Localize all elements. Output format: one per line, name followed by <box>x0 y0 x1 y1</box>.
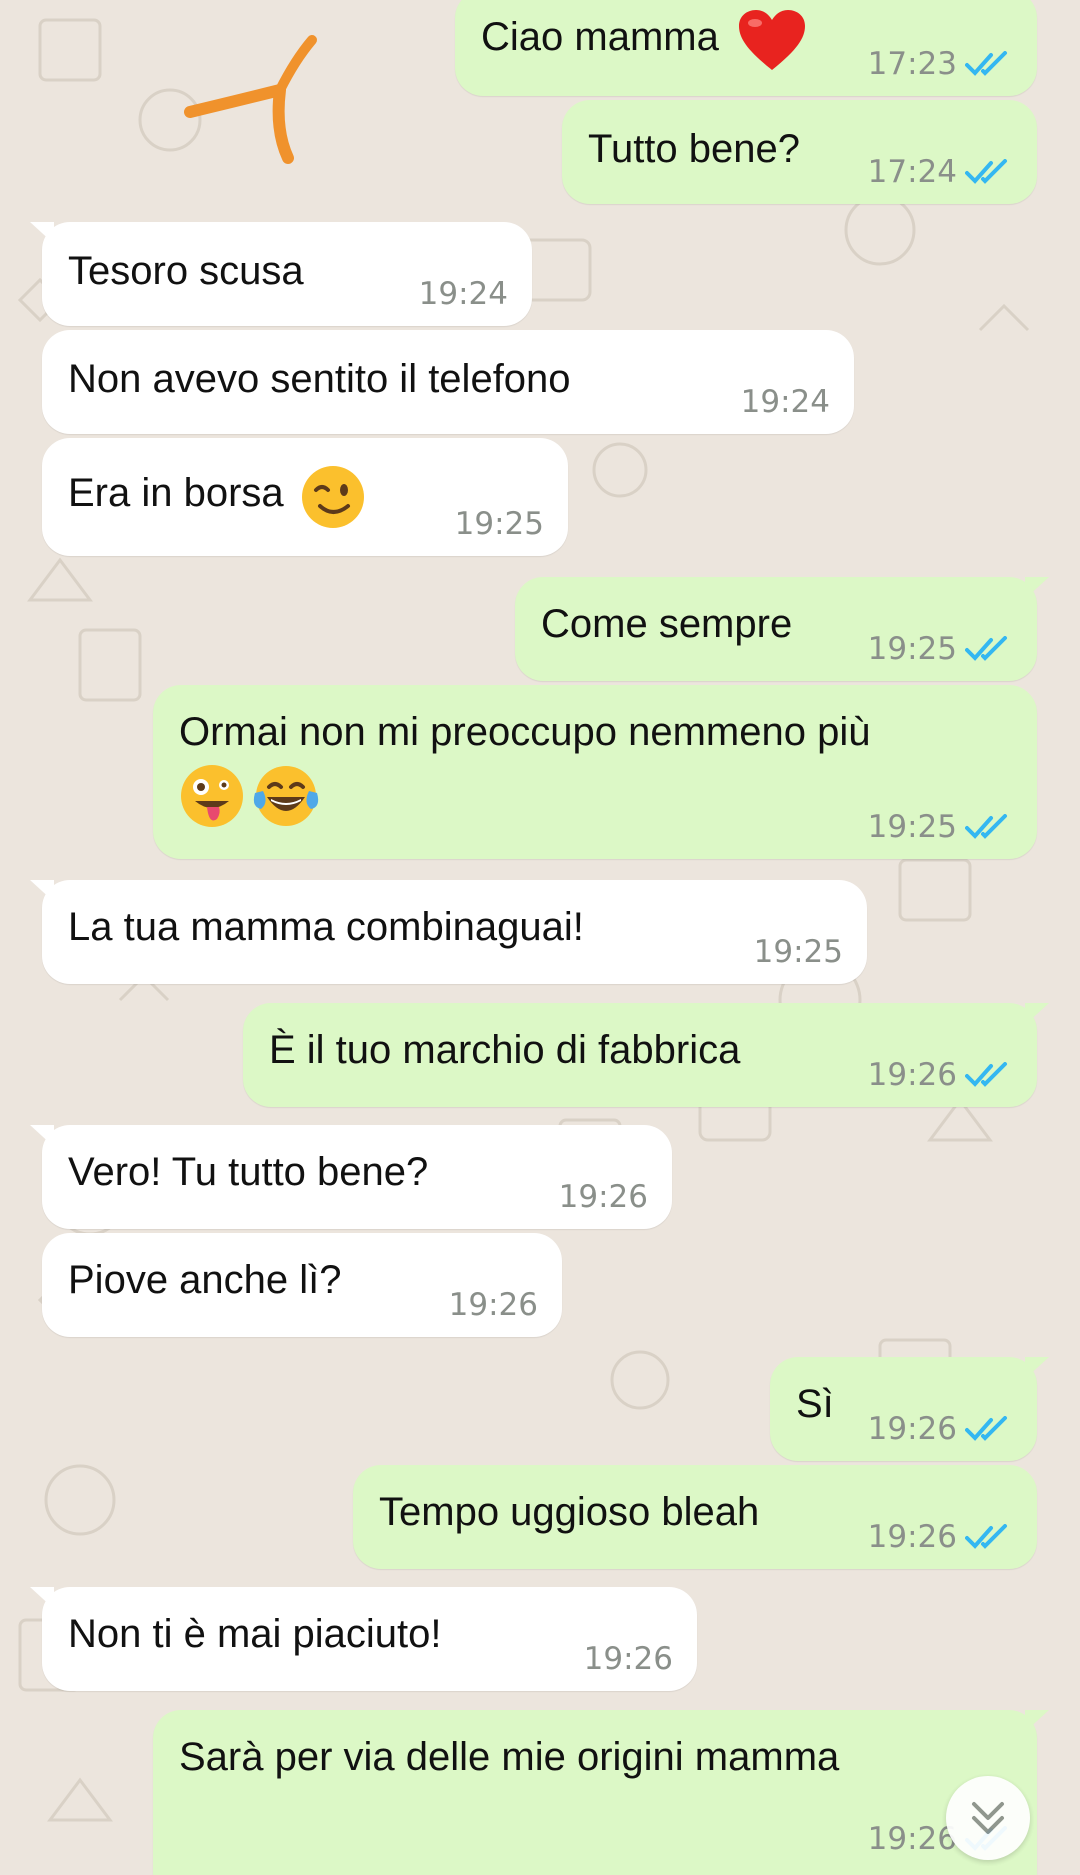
message-time: 19:24 <box>418 276 508 312</box>
double-chevron-down-icon <box>972 1802 1004 1834</box>
heart-emoji-icon <box>739 9 806 70</box>
message-outgoing[interactable]: Come sempre 19:25 <box>515 577 1049 681</box>
message-meta: 19:26 <box>868 1519 1013 1555</box>
message-incoming[interactable]: La tua mamma combinaguai! 19:25 <box>30 880 867 984</box>
read-receipt-icon <box>965 1062 1007 1087</box>
message-meta: 19:24 <box>419 276 508 312</box>
message-incoming[interactable]: Tesoro scusa 19:24 <box>30 222 532 326</box>
message-meta: 19:25 <box>754 934 843 970</box>
message-outgoing[interactable]: Ormai non mi preoccupo nemmeno più 19:25 <box>153 685 1037 859</box>
message-outgoing[interactable]: Tutto bene? 17:24 <box>562 100 1037 204</box>
bubble-tail <box>30 222 54 244</box>
message-text: La tua mamma combinaguai! <box>68 905 584 949</box>
read-receipt-icon <box>965 1524 1007 1549</box>
message-text: Ciao mamma <box>481 15 719 59</box>
read-receipt-icon <box>965 814 1007 839</box>
message-time: 19:26 <box>867 1411 957 1447</box>
message-incoming[interactable]: Piove anche lì? 19:26 <box>42 1233 562 1337</box>
message-meta: 17:23 <box>868 46 1013 82</box>
message-text: Non ti è mai piaciuto! <box>68 1612 442 1656</box>
read-receipt-icon <box>965 159 1007 184</box>
bubble-tail <box>30 880 54 902</box>
message-text: Tesoro scusa <box>68 249 304 293</box>
message-text: Come sempre <box>541 602 793 646</box>
message-incoming[interactable]: Non ti è mai piaciuto! 19:26 <box>30 1587 697 1691</box>
zany-face-emoji-icon <box>181 765 243 827</box>
message-meta: 19:26 <box>868 1057 1013 1093</box>
message-text: Non avevo sentito il telefono <box>68 357 571 401</box>
read-receipt-icon <box>965 1416 1007 1441</box>
message-time: 19:26 <box>867 1821 957 1857</box>
message-meta: 19:26 <box>868 1411 1013 1447</box>
message-time: 19:25 <box>867 631 957 667</box>
message-time: 19:24 <box>740 384 830 420</box>
bubble-tail <box>1025 577 1049 599</box>
message-meta: 19:25 <box>868 631 1013 667</box>
message-time: 19:26 <box>448 1287 538 1323</box>
message-time: 19:26 <box>867 1519 957 1555</box>
message-time: 19:26 <box>558 1179 648 1215</box>
message-text: Sì <box>796 1382 834 1426</box>
bubble-tail <box>1025 1357 1049 1379</box>
message-text: Tempo uggioso bleah <box>379 1490 760 1534</box>
message-text: Tutto bene? <box>588 127 801 171</box>
bubble-tail <box>30 1125 54 1147</box>
message-time: 19:26 <box>867 1057 957 1093</box>
read-receipt-icon <box>965 51 1007 76</box>
winking-face-emoji-icon <box>302 465 365 528</box>
scroll-to-bottom-button[interactable] <box>946 1776 1030 1860</box>
message-meta: 19:26 <box>559 1179 648 1215</box>
message-time: 19:25 <box>867 809 957 845</box>
message-outgoing[interactable]: Sì 19:26 <box>770 1357 1049 1461</box>
message-incoming[interactable]: Non avevo sentito il telefono 19:24 <box>42 330 854 434</box>
bubble-tail <box>1025 1710 1049 1732</box>
message-incoming[interactable]: Era in borsa 19:25 <box>42 438 568 556</box>
message-time: 19:25 <box>753 934 843 970</box>
message-time: 19:26 <box>583 1641 673 1677</box>
message-outgoing[interactable]: È il tuo marchio di fabbrica 19:26 <box>243 1003 1049 1107</box>
message-time: 17:24 <box>867 154 957 190</box>
message-meta: 19:26 <box>449 1287 538 1323</box>
read-receipt-icon <box>965 636 1007 661</box>
message-text: Vero! Tu tutto bene? <box>68 1150 429 1194</box>
message-outgoing[interactable]: Tempo uggioso bleah 19:26 <box>353 1465 1037 1569</box>
message-text: Era in borsa <box>68 471 284 515</box>
tears-of-joy-emoji-icon <box>254 766 319 826</box>
message-text: Sarà per via delle mie origini mamma <box>179 1735 840 1779</box>
message-meta: 17:24 <box>868 154 1013 190</box>
message-meta: 19:25 <box>455 506 544 542</box>
message-meta: 19:26 <box>584 1641 673 1677</box>
message-list[interactable]: Ciao mamma 17:23 Tutto bene? 17:24 Tesor… <box>0 0 1080 1875</box>
message-outgoing[interactable]: Sarà per via delle mie origini mamma 19:… <box>153 1710 1049 1875</box>
bubble-tail <box>30 1587 54 1609</box>
message-meta: 19:25 <box>868 809 1013 845</box>
message-outgoing[interactable]: Ciao mamma 17:23 <box>455 0 1037 96</box>
message-time: 19:25 <box>454 506 544 542</box>
message-text: Ormai non mi preoccupo nemmeno più <box>179 710 871 754</box>
message-text: È il tuo marchio di fabbrica <box>269 1028 741 1072</box>
bubble-tail <box>1025 1003 1049 1025</box>
message-meta: 19:24 <box>741 384 830 420</box>
message-text: Piove anche lì? <box>68 1258 342 1302</box>
message-time: 17:23 <box>867 46 957 82</box>
message-incoming[interactable]: Vero! Tu tutto bene? 19:26 <box>30 1125 672 1229</box>
